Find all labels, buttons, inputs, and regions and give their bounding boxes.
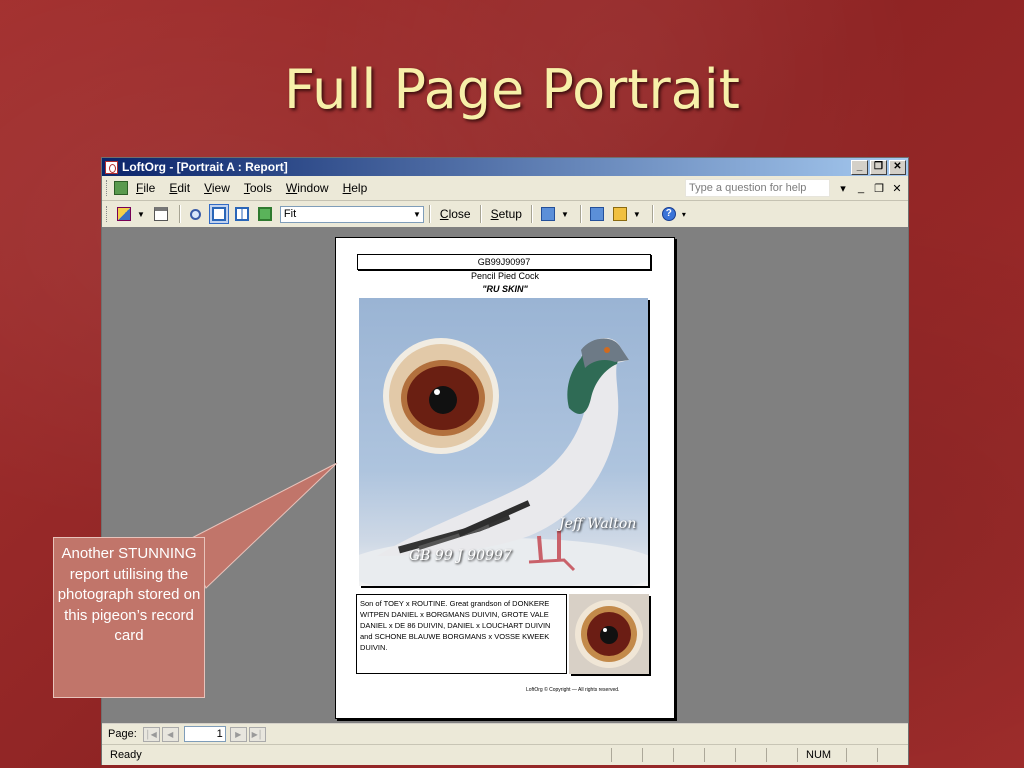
callout-box: Another STUNNING report utilising the ph… <box>53 537 205 698</box>
